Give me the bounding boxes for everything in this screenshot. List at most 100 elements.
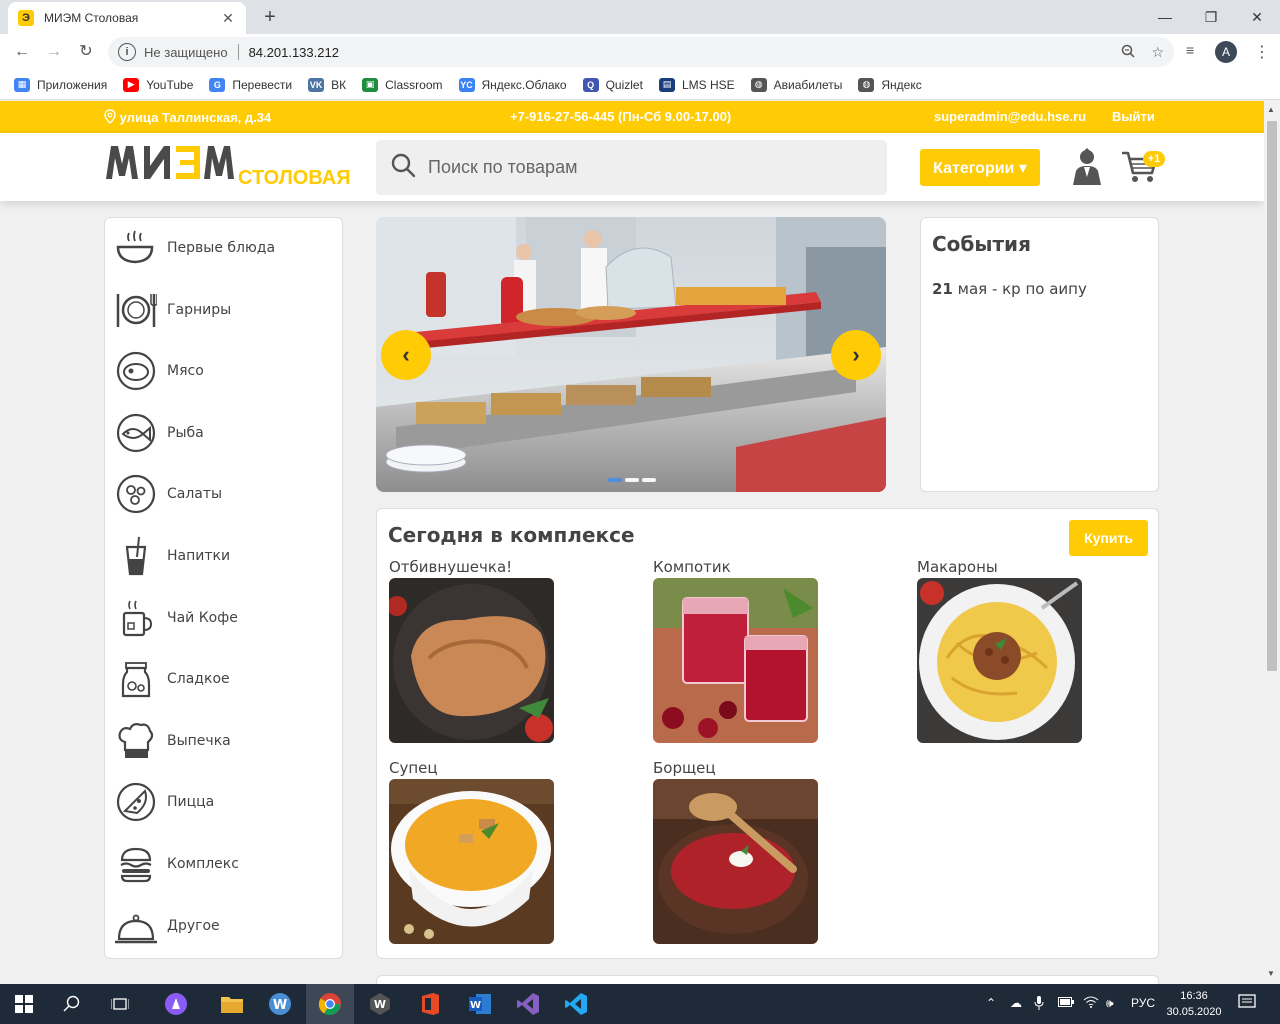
user-email[interactable]: superadmin@edu.hse.ru [934,109,1086,124]
back-arrow-icon[interactable]: ← [10,40,34,64]
wps-writer-icon[interactable]: W [256,984,304,1024]
bookmark-item[interactable]: ▣ Classroom [362,77,443,92]
carousel-next-button[interactable]: › [831,330,881,380]
system-clock[interactable]: 16:36 30.05.2020 [1166,988,1222,1020]
restore-window-icon[interactable]: ❐ [1188,4,1234,30]
minimize-window-icon[interactable]: — [1142,4,1188,30]
bookmark-star-icon[interactable]: ☆ [1151,44,1164,61]
sidebar-item[interactable]: Первые блюда [115,226,335,270]
phone-text[interactable]: +7-916-27-56-445 (Пн-Сб 9.00-17.00) [510,109,731,124]
bookmark-item[interactable]: VK ВК [308,77,346,92]
carousel-dot[interactable] [625,478,639,482]
scroll-thumb[interactable] [1267,121,1277,671]
browser-menu-icon[interactable]: ⋮ [1254,42,1270,62]
file-explorer-icon[interactable] [208,984,256,1024]
new-tab-button[interactable]: + [258,6,282,29]
microphone-icon[interactable] [1034,996,1044,1013]
site-info-icon[interactable]: i [118,43,136,61]
bookmark-item[interactable]: Q Quizlet [582,77,643,92]
forward-arrow-icon[interactable]: → [42,40,66,64]
show-hidden-icons-icon[interactable]: ⌃ [986,996,996,1010]
scroll-down-icon[interactable]: ▼ [1267,969,1275,978]
sidebar-item[interactable]: Другое [115,904,335,948]
carousel-dot[interactable] [608,478,622,482]
bookmark-item[interactable]: ◍ Авиабилеты [750,77,842,92]
onedrive-cloud-icon[interactable]: ☁ [1010,996,1022,1010]
sidebar-item[interactable]: Чай Кофе [115,596,335,640]
sidebar-item[interactable]: Рыба [115,411,335,455]
url-text[interactable]: 84.201.133.212 [249,45,1106,60]
wifi-icon[interactable] [1083,996,1099,1011]
scroll-up-icon[interactable]: ▲ [1267,105,1275,114]
cart-count-badge: +1 [1143,151,1165,167]
borscht-photo[interactable] [653,779,818,944]
buy-complex-button[interactable]: Купить [1069,520,1148,556]
wps-office-icon[interactable]: W [356,984,404,1024]
browser-tab[interactable]: Э МИЭМ Столовая ✕ [8,2,246,34]
carousel-dot[interactable] [642,478,656,482]
sidebar-item[interactable]: Гарниры [115,288,335,332]
visual-studio-icon[interactable] [504,984,552,1024]
category-sidebar: Первые блюда Гарниры Мясо Рыба Салаты Напитки… [104,217,343,959]
logout-link[interactable]: Выйти [1112,109,1155,124]
svg-text:W: W [470,1000,481,1011]
sidebar-item-label: Первые блюда [167,240,276,256]
bookmark-item[interactable]: ▶ YouTube [123,77,193,92]
soup-photo[interactable] [389,779,554,944]
user-account-icon[interactable] [1070,147,1104,192]
sidebar-item-label: Мясо [167,363,204,380]
start-windows-icon[interactable] [0,984,48,1024]
chrome-icon[interactable] [306,984,354,1024]
sidebar-item-label: Напитки [167,548,231,564]
keyboard-language[interactable]: РУС [1131,996,1155,1010]
media-control-icon[interactable]: ≡ [1186,42,1194,58]
sidebar-item[interactable]: Напитки [115,534,335,578]
bookmark-item[interactable]: YC Яндекс.Облако [458,77,567,92]
complex-dish-card[interactable]: Компотик [653,556,818,743]
yandex-cloud-icon: YC [458,77,475,92]
profile-avatar[interactable]: A [1215,41,1237,63]
reload-icon[interactable]: ↻ [74,40,98,64]
carousel-prev-button[interactable]: ‹ [381,330,431,380]
address-bar[interactable]: i Не защищено 84.201.133.212 ☆ [108,37,1174,67]
vscode-icon[interactable] [552,984,600,1024]
sidebar-item[interactable]: Сладкое [115,657,335,701]
complex-dish-card[interactable]: Макароны [917,556,1082,743]
notifications-icon[interactable] [1238,994,1256,1013]
bookmark-item[interactable]: ▦ Приложения [14,77,107,92]
zoom-icon[interactable] [1121,44,1135,61]
volume-icon[interactable]: 🕪 [1106,996,1114,1011]
complex-dish-card[interactable]: Отбивнушечка! [389,556,554,743]
categories-button[interactable]: Категории ▾ [920,149,1040,186]
search-icon[interactable] [390,152,416,183]
sidebar-item[interactable]: Комплекс [115,842,335,886]
task-view-icon[interactable] [96,984,144,1024]
bookmark-item[interactable]: ◍ Яндекс [858,77,922,92]
word-icon[interactable]: W [456,984,504,1024]
page-scrollbar[interactable]: ▲ ▼ [1264,101,1280,984]
vk-icon: VK [308,77,325,92]
complex-dish-card[interactable]: Борщец [653,757,818,944]
search-input[interactable] [428,157,868,178]
close-window-icon[interactable]: ✕ [1234,4,1280,30]
promo-carousel[interactable]: ‹ › [376,217,886,492]
todays-complex-panel: Сегодня в комплексе Купить Отбивнушечка!… [376,508,1159,959]
alice-assistant-icon[interactable] [152,984,200,1024]
office-icon[interactable] [406,984,454,1024]
search-icon[interactable] [48,984,96,1024]
windows-taskbar: W W W ⌃ ☁ 🕪 РУС 16:36 30.05.2020 [0,984,1280,1024]
complex-dish-card[interactable]: Супец [389,757,554,944]
pasta-photo[interactable] [917,578,1082,743]
battery-icon[interactable] [1058,996,1074,1010]
product-search[interactable] [376,140,887,195]
close-tab-icon[interactable]: ✕ [220,10,236,27]
sidebar-item[interactable]: Пицца [115,780,335,824]
sidebar-item[interactable]: Салаты [115,472,335,516]
schnitzel-photo[interactable] [389,578,554,743]
bookmark-item[interactable]: G Перевести [209,77,292,92]
site-logo[interactable]: СТОЛОВАЯ [104,145,351,189]
compote-photo[interactable] [653,578,818,743]
sidebar-item[interactable]: Выпечка [115,719,335,763]
sidebar-item[interactable]: Мясо [115,349,335,393]
bookmark-item[interactable]: ▤ LMS HSE [658,77,735,92]
